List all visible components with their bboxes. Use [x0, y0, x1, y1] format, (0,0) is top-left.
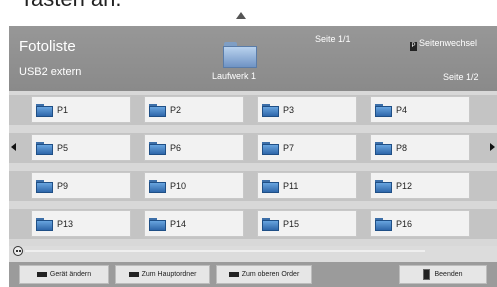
folder-label: P1 [57, 105, 69, 115]
folder-icon [36, 104, 53, 117]
folder-label: P15 [283, 219, 300, 229]
folder-tile[interactable]: P6 [144, 134, 244, 161]
color-key-icon [128, 272, 139, 277]
folder-label: P10 [170, 181, 187, 191]
footer-bar: Gerät ändern Zum Hauptordner Zum oberen … [9, 262, 497, 287]
scroll-indicator-icon [13, 246, 23, 256]
folder-icon [375, 104, 392, 117]
folder-grid: P1 P2 P3 P4 P5 P6 P7 P8 P9 P10 P11 P12 P… [9, 91, 497, 246]
arrow-left-icon[interactable] [11, 143, 16, 151]
folder-icon [223, 42, 257, 68]
folder-label: P11 [283, 181, 299, 191]
folder-label: P7 [283, 143, 295, 153]
folder-icon [262, 104, 279, 117]
folder-tile[interactable]: P5 [31, 134, 131, 161]
photo-list-screen: Fotoliste USB2 extern Laufwerk 1 Seite 1… [9, 26, 497, 287]
folder-tile[interactable]: P14 [144, 210, 244, 237]
color-key-icon [228, 272, 239, 277]
folder-icon [262, 180, 279, 193]
folder-tile[interactable]: P15 [257, 210, 357, 237]
folder-icon [375, 142, 392, 155]
exit-key-icon [423, 269, 431, 280]
folder-tile[interactable]: P3 [257, 96, 357, 123]
folder-label: P12 [396, 181, 413, 191]
folder-label: P13 [57, 219, 74, 229]
folder-tile[interactable]: P10 [144, 172, 244, 199]
page-title: Fotoliste [19, 38, 76, 55]
folder-icon [375, 218, 392, 231]
folder-tile[interactable]: P2 [144, 96, 244, 123]
folder-icon [149, 104, 166, 117]
folder-tile[interactable]: P7 [257, 134, 357, 161]
header-bar: Fotoliste USB2 extern Laufwerk 1 Seite 1… [9, 26, 497, 91]
folder-label: P14 [170, 219, 187, 229]
caption-text: Tasten an. [20, 0, 122, 12]
folder-label: P9 [57, 181, 69, 191]
folder-icon [36, 180, 53, 193]
folder-icon [262, 142, 279, 155]
triangle-up-icon [236, 12, 246, 19]
page-indicator: Seite 1/1 [315, 34, 351, 44]
main-folder-label: Zum Hauptordner [141, 271, 197, 278]
arrow-right-icon[interactable] [490, 143, 495, 151]
folder-tile[interactable]: P9 [31, 172, 131, 199]
folder-tile[interactable]: P1 [31, 96, 131, 123]
device-label: USB2 extern [19, 66, 82, 78]
folder-tile[interactable]: P8 [370, 134, 470, 161]
folder-tile[interactable]: P13 [31, 210, 131, 237]
folder-label: P5 [57, 143, 69, 153]
exit-label: Beenden [434, 271, 463, 278]
folder-icon [149, 142, 166, 155]
drive-label: Laufwerk 1 [212, 71, 257, 81]
parent-folder-label: Zum oberen Order [241, 271, 300, 278]
change-device-button[interactable]: Gerät ändern [19, 265, 109, 284]
folder-icon [36, 142, 53, 155]
page-switch-hint: P Seitenwechsel [410, 38, 477, 51]
folder-icon [36, 218, 53, 231]
folder-tile[interactable]: P16 [370, 210, 470, 237]
folder-label: P2 [170, 105, 182, 115]
folder-icon [149, 218, 166, 231]
folder-icon [262, 218, 279, 231]
exit-button[interactable]: Beenden [399, 265, 487, 284]
color-key-icon [36, 272, 47, 277]
page-switch-label: Seitenwechsel [419, 38, 478, 48]
folder-label: P3 [283, 105, 295, 115]
change-device-label: Gerät ändern [49, 271, 92, 278]
folder-label: P8 [396, 143, 408, 153]
folder-tile[interactable]: P12 [370, 172, 470, 199]
folder-label: P6 [170, 143, 182, 153]
parent-folder-button[interactable]: Zum oberen Order [216, 265, 312, 284]
page-count: Seite 1/2 [443, 72, 479, 82]
p-key-icon: P [410, 42, 417, 51]
folder-icon [149, 180, 166, 193]
folder-icon [375, 180, 392, 193]
folder-label: P4 [396, 105, 408, 115]
folder-tile[interactable]: P4 [370, 96, 470, 123]
folder-tile[interactable]: P11 [257, 172, 357, 199]
main-folder-button[interactable]: Zum Hauptordner [115, 265, 210, 284]
folder-label: P16 [396, 219, 413, 229]
scroll-track[interactable] [25, 250, 425, 252]
